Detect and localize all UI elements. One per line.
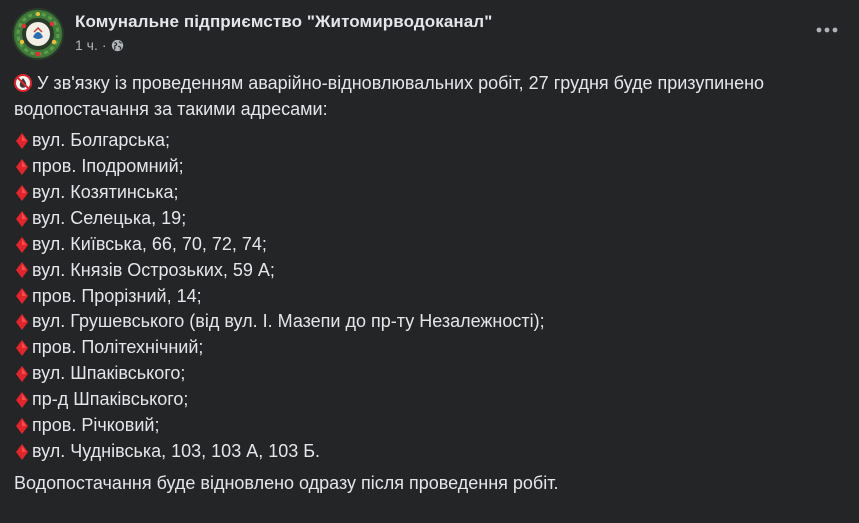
address-text: вул. Козятинська; (32, 181, 179, 202)
red-diamond-icon (16, 391, 28, 408)
red-diamond-icon (16, 132, 28, 149)
ellipsis-icon (816, 27, 838, 33)
address-text: вул. Князів Острозьких, 59 А; (32, 259, 275, 280)
post-time[interactable]: 1 ч. (75, 37, 98, 53)
address-text: вул. Селецька, 19; (32, 207, 187, 228)
more-options-button[interactable] (809, 18, 845, 42)
post-intro: У зв'язку із проведенням аварійно-віднов… (14, 71, 843, 122)
address-list-item: вул. Шпаківського; (14, 361, 843, 387)
address-list-item: пров. Іподромний; (14, 154, 843, 180)
post-header: Комунальне підприємство "Житомирводокана… (12, 8, 847, 60)
address-list-item: вул. Князів Острозьких, 59 А; (14, 257, 843, 283)
post-footer-text: Водопостачання буде відновлено одразу пі… (14, 472, 559, 493)
address-list-item: вул. Козятинська; (14, 180, 843, 206)
address-text: вул. Шпаківського; (32, 363, 186, 384)
address-list-item: вул. Болгарська; (14, 128, 843, 154)
address-list-item: вул. Грушевського (від вул. І. Мазепи до… (14, 309, 843, 335)
meta-separator: · (101, 37, 107, 53)
address-list-item: вул. Селецька, 19; (14, 206, 843, 232)
red-diamond-icon (16, 340, 28, 357)
facebook-post: Комунальне підприємство "Житомирводокана… (0, 0, 859, 523)
red-diamond-icon (16, 210, 28, 227)
address-list-item: пров. Прорізний, 14; (14, 283, 843, 309)
red-diamond-icon (16, 262, 28, 279)
red-diamond-icon (16, 417, 28, 434)
page-name[interactable]: Комунальне підприємство "Житомирводокана… (75, 12, 492, 32)
address-list-item: вул. Чуднівська, 103, 103 А, 103 Б. (14, 439, 843, 465)
address-text: пров. Іподромний; (32, 156, 184, 177)
post-content: У зв'язку із проведенням аварійно-віднов… (14, 71, 843, 496)
address-text: пров. Прорізний, 14; (32, 285, 202, 306)
address-list-item: вул. Київська, 66, 70, 72, 74; (14, 232, 843, 258)
red-diamond-icon (16, 184, 28, 201)
address-list: вул. Болгарська; пров. Іподромний; вул. Ко… (14, 128, 843, 465)
red-diamond-icon (16, 443, 28, 460)
address-text: пр-д Шпаківського; (32, 389, 189, 410)
address-text: вул. Київська, 66, 70, 72, 74; (32, 233, 267, 254)
address-text: вул. Болгарська; (32, 130, 171, 151)
page-avatar[interactable] (12, 8, 64, 60)
address-text: пров. Політехнічний; (32, 337, 204, 358)
wreath-logo-icon (12, 8, 64, 60)
red-diamond-icon (16, 288, 28, 305)
address-list-item: пр-д Шпаківського; (14, 387, 843, 413)
red-diamond-icon (16, 236, 28, 253)
globe-icon[interactable] (111, 39, 124, 52)
red-diamond-icon (16, 158, 28, 175)
address-text: вул. Грушевського (від вул. І. Мазепи до… (32, 311, 545, 332)
intro-text: У зв'язку із проведенням аварійно-віднов… (14, 73, 765, 119)
address-text: пров. Річковий; (32, 414, 160, 435)
red-diamond-icon (16, 365, 28, 382)
address-text: вул. Чуднівська, 103, 103 А, 103 Б. (32, 440, 321, 461)
post-meta: 1 ч. · (75, 37, 124, 53)
no-water-icon (14, 74, 32, 92)
address-list-item: пров. Політехнічний; (14, 335, 843, 361)
red-diamond-icon (16, 314, 28, 331)
address-list-item: пров. Річковий; (14, 413, 843, 439)
